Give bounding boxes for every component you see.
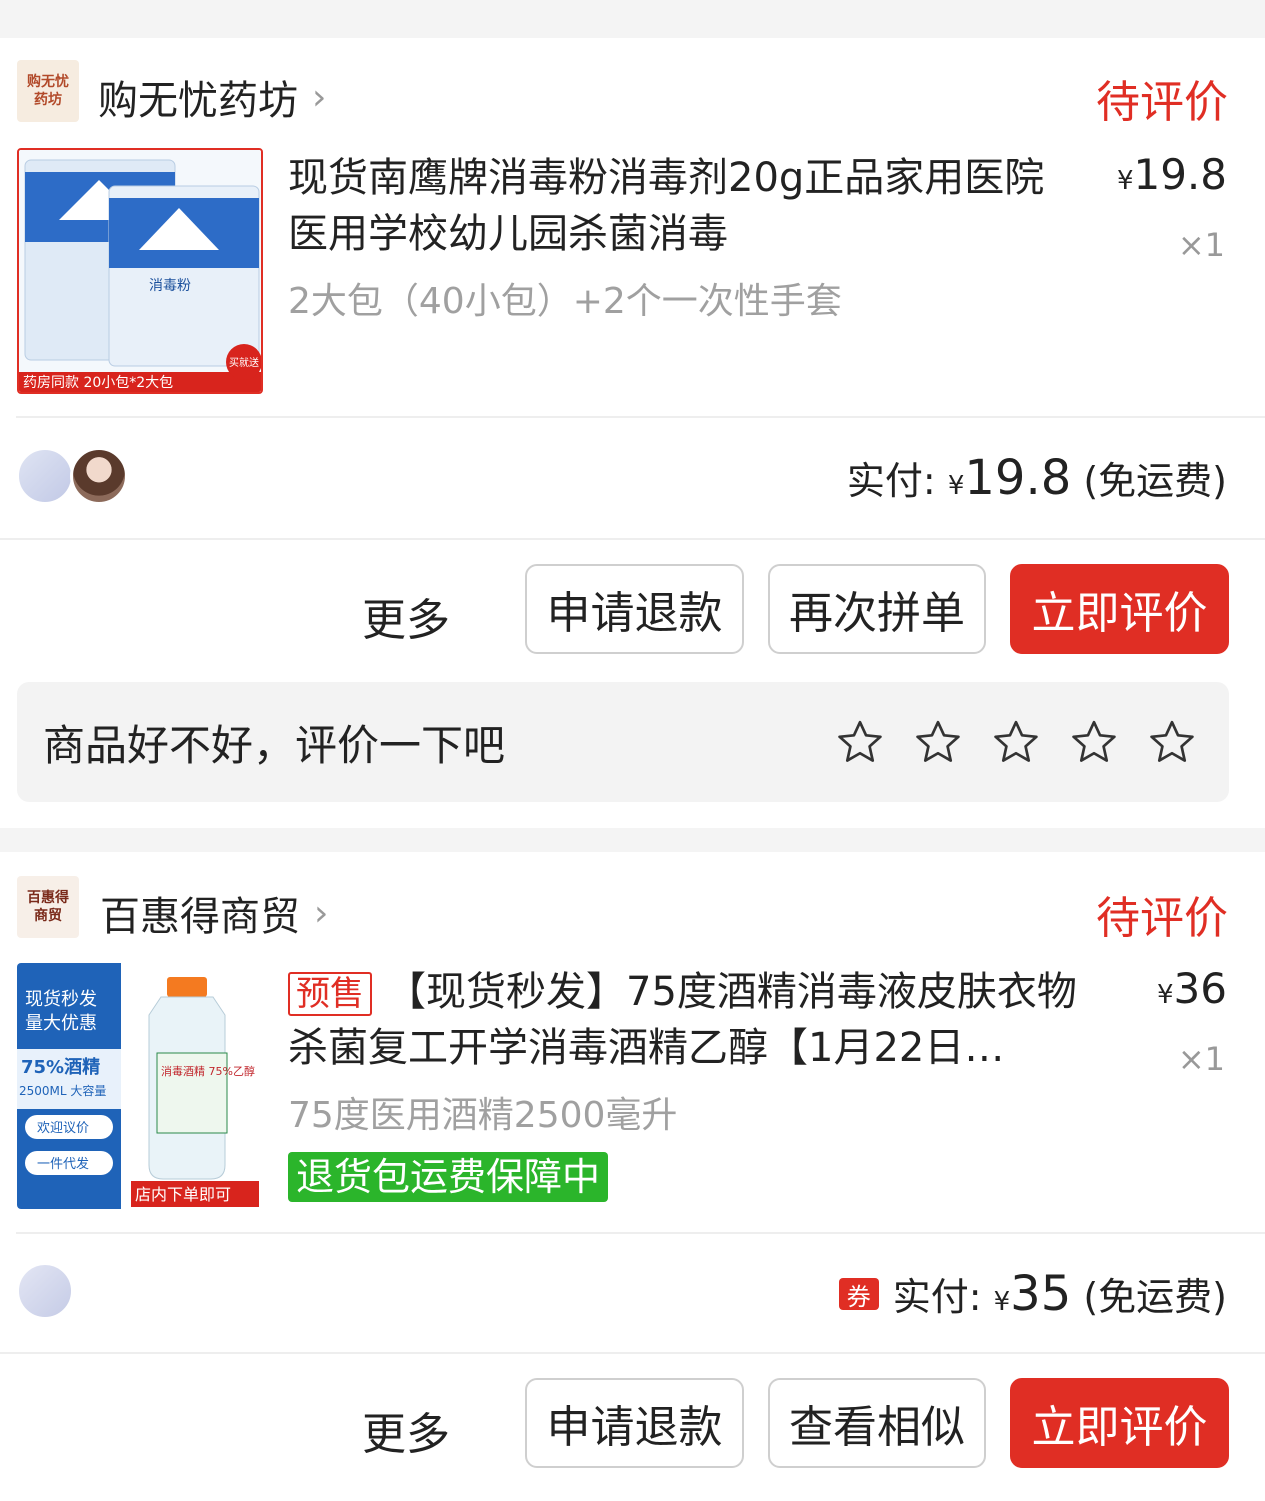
product-quantity: ×1 xyxy=(1177,226,1225,264)
request-refund-button[interactable]: 申请退款 xyxy=(525,1378,744,1468)
divider xyxy=(0,538,1265,540)
order-status: 待评价 xyxy=(1096,77,1228,128)
review-prompt-box: 商品好不好，评价一下吧 xyxy=(17,682,1229,802)
return-shipping-guarantee-badge: 退货包运费保障中 xyxy=(288,1152,609,1202)
divider xyxy=(16,1232,1265,1234)
product-title[interactable]: 现货南鹰牌消毒粉消毒剂20g正品家用医院医用学校幼儿园杀菌消毒 xyxy=(288,150,1078,262)
product-quantity: ×1 xyxy=(1177,1040,1225,1078)
product-thumbnail[interactable]: 现货秒发 量大优惠 75%酒精 2500ML 大容量 欢迎议价 一件代发 消毒酒… xyxy=(17,963,263,1209)
shop-name: 百惠得商贸 xyxy=(100,894,300,940)
avatar xyxy=(16,1262,74,1320)
order-status: 待评价 xyxy=(1096,893,1228,944)
svg-text:消毒酒精 75%乙醇: 消毒酒精 75%乙醇 xyxy=(161,1064,255,1078)
order-card: 百惠得商贸 百惠得商贸 › 待评价 现货秒发 量大优惠 75%酒精 2500ML… xyxy=(0,852,1265,1501)
reorder-button[interactable]: 再次拼单 xyxy=(768,564,986,654)
shop-name: 购无忧药坊 xyxy=(98,78,298,124)
more-button[interactable]: 更多 xyxy=(362,584,450,648)
shop-logo[interactable]: 购无忧药坊 xyxy=(17,60,79,122)
payment-summary: 券 实付: ¥35 (免运费) xyxy=(838,1266,1227,1322)
svg-text:店内下单即可: 店内下单即可 xyxy=(135,1185,231,1204)
svg-text:一件代发: 一件代发 xyxy=(37,1156,89,1172)
avatar xyxy=(16,447,74,505)
product-thumbnail[interactable]: 消毒粉 药房同款 20小包*2大包 买就送 xyxy=(17,148,263,394)
review-now-button[interactable]: 立即评价 xyxy=(1010,1378,1229,1468)
star-icon[interactable] xyxy=(913,717,963,767)
product-spec: 75度医用酒精2500毫升 xyxy=(288,1095,678,1136)
coupon-badge: 券 xyxy=(838,1278,879,1311)
shop-name-link[interactable]: 购无忧药坊 › xyxy=(98,68,326,126)
divider xyxy=(0,1352,1265,1354)
product-title[interactable]: 预售 【现货秒发】75度酒精消毒液皮肤衣物杀菌复工开学消毒酒精乙醇【1月22日… xyxy=(288,964,1088,1076)
rating-stars xyxy=(835,717,1197,767)
svg-text:量大优惠: 量大优惠 xyxy=(25,1013,97,1034)
svg-text:消毒粉: 消毒粉 xyxy=(149,278,191,294)
product-spec: 2大包（40小包）+2个一次性手套 xyxy=(288,281,842,322)
review-now-button[interactable]: 立即评价 xyxy=(1010,564,1229,654)
order-card: 购无忧药坊 购无忧药坊 › 待评价 消毒粉 药房同款 20小包*2大包 买就送 … xyxy=(0,38,1265,828)
product-price: ¥36 xyxy=(1157,964,1227,1013)
paid-amount: 实付: ¥35 (免运费) xyxy=(892,1266,1227,1322)
divider xyxy=(16,416,1265,418)
group-avatars[interactable] xyxy=(16,1262,82,1324)
request-refund-button[interactable]: 申请退款 xyxy=(525,564,744,654)
view-similar-button[interactable]: 查看相似 xyxy=(768,1378,986,1468)
star-icon[interactable] xyxy=(1069,717,1119,767)
shop-name-link[interactable]: 百惠得商贸 › xyxy=(100,884,328,942)
paid-amount: 实付: ¥19.8 (免运费) xyxy=(846,450,1227,506)
star-icon[interactable] xyxy=(835,717,885,767)
svg-text:买就送: 买就送 xyxy=(229,356,259,369)
svg-text:现货秒发: 现货秒发 xyxy=(25,989,97,1010)
alcohol-bottle-image: 现货秒发 量大优惠 75%酒精 2500ML 大容量 欢迎议价 一件代发 消毒酒… xyxy=(17,963,263,1209)
more-button[interactable]: 更多 xyxy=(362,1398,450,1462)
shop-logo[interactable]: 百惠得商贸 xyxy=(17,876,79,938)
chevron-right-icon: › xyxy=(312,76,327,118)
chevron-right-icon: › xyxy=(314,892,329,934)
star-icon[interactable] xyxy=(991,717,1041,767)
svg-text:药房同款 20小包*2大包: 药房同款 20小包*2大包 xyxy=(23,375,173,391)
svg-text:75%酒精: 75%酒精 xyxy=(21,1056,100,1078)
review-prompt-text: 商品好不好，评价一下吧 xyxy=(43,721,506,770)
avatar xyxy=(70,447,128,505)
product-price: ¥19.8 xyxy=(1116,150,1227,199)
svg-text:欢迎议价: 欢迎议价 xyxy=(37,1121,89,1136)
presale-tag: 预售 xyxy=(288,972,372,1016)
star-icon[interactable] xyxy=(1147,717,1197,767)
svg-text:2500ML 大容量: 2500ML 大容量 xyxy=(19,1083,106,1098)
disinfectant-powder-image: 消毒粉 药房同款 20小包*2大包 买就送 xyxy=(19,150,261,392)
group-avatars[interactable] xyxy=(16,447,136,509)
